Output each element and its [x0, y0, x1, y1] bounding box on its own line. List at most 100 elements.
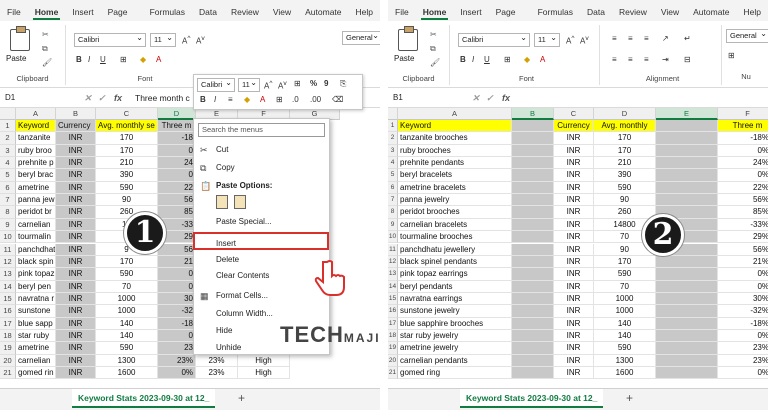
- table-cell[interactable]: carnelian pendants: [398, 354, 512, 367]
- table-cell[interactable]: 0: [158, 280, 196, 293]
- row-header-8[interactable]: 8: [0, 206, 16, 219]
- sheet-tab-right[interactable]: Keyword Stats 2023-09-30 at 12_: [460, 389, 604, 408]
- table-cell[interactable]: 24: [158, 157, 196, 170]
- mini-comma-icon[interactable]: 9: [324, 79, 328, 91]
- copy-icon[interactable]: ⧉: [42, 45, 52, 53]
- table-cell[interactable]: 590: [96, 181, 158, 195]
- menu-item-delete[interactable]: Delete: [194, 253, 329, 267]
- row-header-right-12[interactable]: 12: [388, 255, 398, 269]
- table-cell-blank[interactable]: [656, 317, 718, 330]
- table-cell[interactable]: INR: [56, 181, 96, 195]
- underline-icon-right[interactable]: U: [484, 55, 490, 67]
- table-cell-blank[interactable]: [512, 292, 554, 306]
- mini-size-combo[interactable]: 11: [238, 77, 260, 92]
- table-cell-blank[interactable]: [656, 268, 718, 281]
- table-cell[interactable]: 0: [158, 268, 196, 281]
- table-cell[interactable]: INR: [56, 342, 96, 355]
- row-header-right-4[interactable]: 4: [388, 157, 398, 170]
- table-cell[interactable]: 170: [594, 132, 656, 145]
- table-cell[interactable]: 390: [96, 169, 158, 182]
- table-cell-blank[interactable]: [656, 194, 718, 207]
- context-search-input[interactable]: Search the menus: [198, 123, 325, 137]
- table-cell[interactable]: INR: [56, 305, 96, 318]
- table-cell[interactable]: ruby brooches: [398, 144, 512, 158]
- table-cell[interactable]: 260: [594, 206, 656, 219]
- tab-review[interactable]: Review: [612, 0, 654, 21]
- table-cell[interactable]: 85: [158, 206, 196, 219]
- row-header-16[interactable]: 16: [0, 305, 16, 318]
- table-cell[interactable]: carnelian: [16, 218, 56, 232]
- table-cell[interactable]: 21: [158, 255, 196, 269]
- cut-icon-right[interactable]: ✂: [430, 31, 440, 39]
- name-box[interactable]: D1: [2, 91, 70, 105]
- table-cell[interactable]: prehnite p: [16, 157, 56, 170]
- paste-icon[interactable]: [10, 26, 30, 51]
- table-cell[interactable]: gomed rin: [16, 367, 56, 380]
- table-cell-blank[interactable]: [656, 280, 718, 293]
- formula-content[interactable]: Three month c: [135, 91, 190, 105]
- mini-shrink-font-icon[interactable]: Av: [278, 79, 287, 91]
- corner-cell-right[interactable]: [388, 108, 398, 120]
- mini-fill-icon[interactable]: ◆: [244, 95, 250, 107]
- indent-icon[interactable]: ⇥: [662, 55, 669, 67]
- tab-formulas[interactable]: Formulas: [143, 0, 192, 21]
- table-cell[interactable]: INR: [56, 317, 96, 330]
- table-cell[interactable]: 0%: [718, 281, 768, 293]
- table-cell[interactable]: -18%: [718, 132, 768, 145]
- row-header-6[interactable]: 6: [0, 181, 16, 195]
- table-cell[interactable]: tanzanite: [16, 132, 56, 145]
- table-cell-blank[interactable]: [512, 243, 554, 256]
- top-align-icon[interactable]: ≡: [612, 34, 617, 46]
- font-size-combo[interactable]: 11: [150, 32, 176, 47]
- table-cell[interactable]: INR: [554, 317, 594, 330]
- number-format-combo-right[interactable]: General: [726, 28, 768, 43]
- table-cell-blank[interactable]: [512, 132, 554, 145]
- cancel-icon-right[interactable]: ✕: [472, 91, 480, 105]
- table-cell[interactable]: INR: [56, 206, 96, 219]
- row-header-12[interactable]: 12: [0, 255, 16, 269]
- increase-font-icon-right[interactable]: A^: [566, 34, 574, 46]
- table-cell[interactable]: INR: [554, 268, 594, 281]
- column-header-right-C[interactable]: C: [554, 108, 594, 120]
- table-cell[interactable]: 590: [594, 181, 656, 195]
- header-cell-right-C[interactable]: Currency: [554, 120, 594, 133]
- format-painter-icon-right[interactable]: 🖌: [430, 59, 440, 67]
- table-cell[interactable]: 1000: [594, 292, 656, 306]
- row-header-17[interactable]: 17: [0, 317, 16, 330]
- table-cell[interactable]: 70: [96, 280, 158, 293]
- table-cell[interactable]: 56%: [718, 194, 768, 207]
- table-cell[interactable]: ruby broo: [16, 144, 56, 158]
- table-cell[interactable]: 23%: [158, 354, 196, 367]
- tab-view[interactable]: View: [654, 0, 686, 21]
- name-box-right[interactable]: B1: [390, 91, 458, 105]
- table-cell-blank[interactable]: [512, 305, 554, 318]
- row-header-right-13[interactable]: 13: [388, 268, 398, 281]
- table-cell[interactable]: star ruby jewelry: [398, 329, 512, 343]
- table-cell[interactable]: beryl pen: [16, 280, 56, 293]
- table-cell[interactable]: 70: [594, 280, 656, 293]
- table-cell-blank[interactable]: [656, 132, 718, 145]
- table-cell[interactable]: 1300: [594, 354, 656, 367]
- table-cell[interactable]: beryl pendants: [398, 280, 512, 293]
- mini-grow-font-icon[interactable]: A^: [264, 79, 272, 91]
- table-cell[interactable]: 90: [594, 194, 656, 207]
- table-cell[interactable]: -32%: [718, 305, 768, 318]
- decrease-font-icon[interactable]: Av: [196, 34, 205, 46]
- table-cell[interactable]: 590: [96, 268, 158, 281]
- table-cell-blank[interactable]: [512, 218, 554, 232]
- table-cell[interactable]: 0%: [718, 145, 768, 158]
- wrap-text-icon[interactable]: ↵: [684, 34, 691, 46]
- mini-font-combo[interactable]: Calibri: [197, 77, 235, 92]
- header-cell-D[interactable]: Three m: [158, 120, 196, 133]
- row-header-19[interactable]: 19: [0, 342, 16, 355]
- table-cell[interactable]: 0: [158, 144, 196, 158]
- row-header-right-16[interactable]: 16: [388, 305, 398, 318]
- table-cell[interactable]: pink topaz: [16, 268, 56, 281]
- header-cell-right-E[interactable]: [656, 120, 718, 133]
- table-cell[interactable]: INR: [56, 218, 96, 232]
- table-cell[interactable]: INR: [554, 292, 594, 306]
- row-header-right-7[interactable]: 7: [388, 194, 398, 207]
- table-cell[interactable]: 21%: [718, 256, 768, 269]
- mini-bold-icon[interactable]: B: [200, 95, 206, 107]
- table-cell[interactable]: 390: [594, 169, 656, 182]
